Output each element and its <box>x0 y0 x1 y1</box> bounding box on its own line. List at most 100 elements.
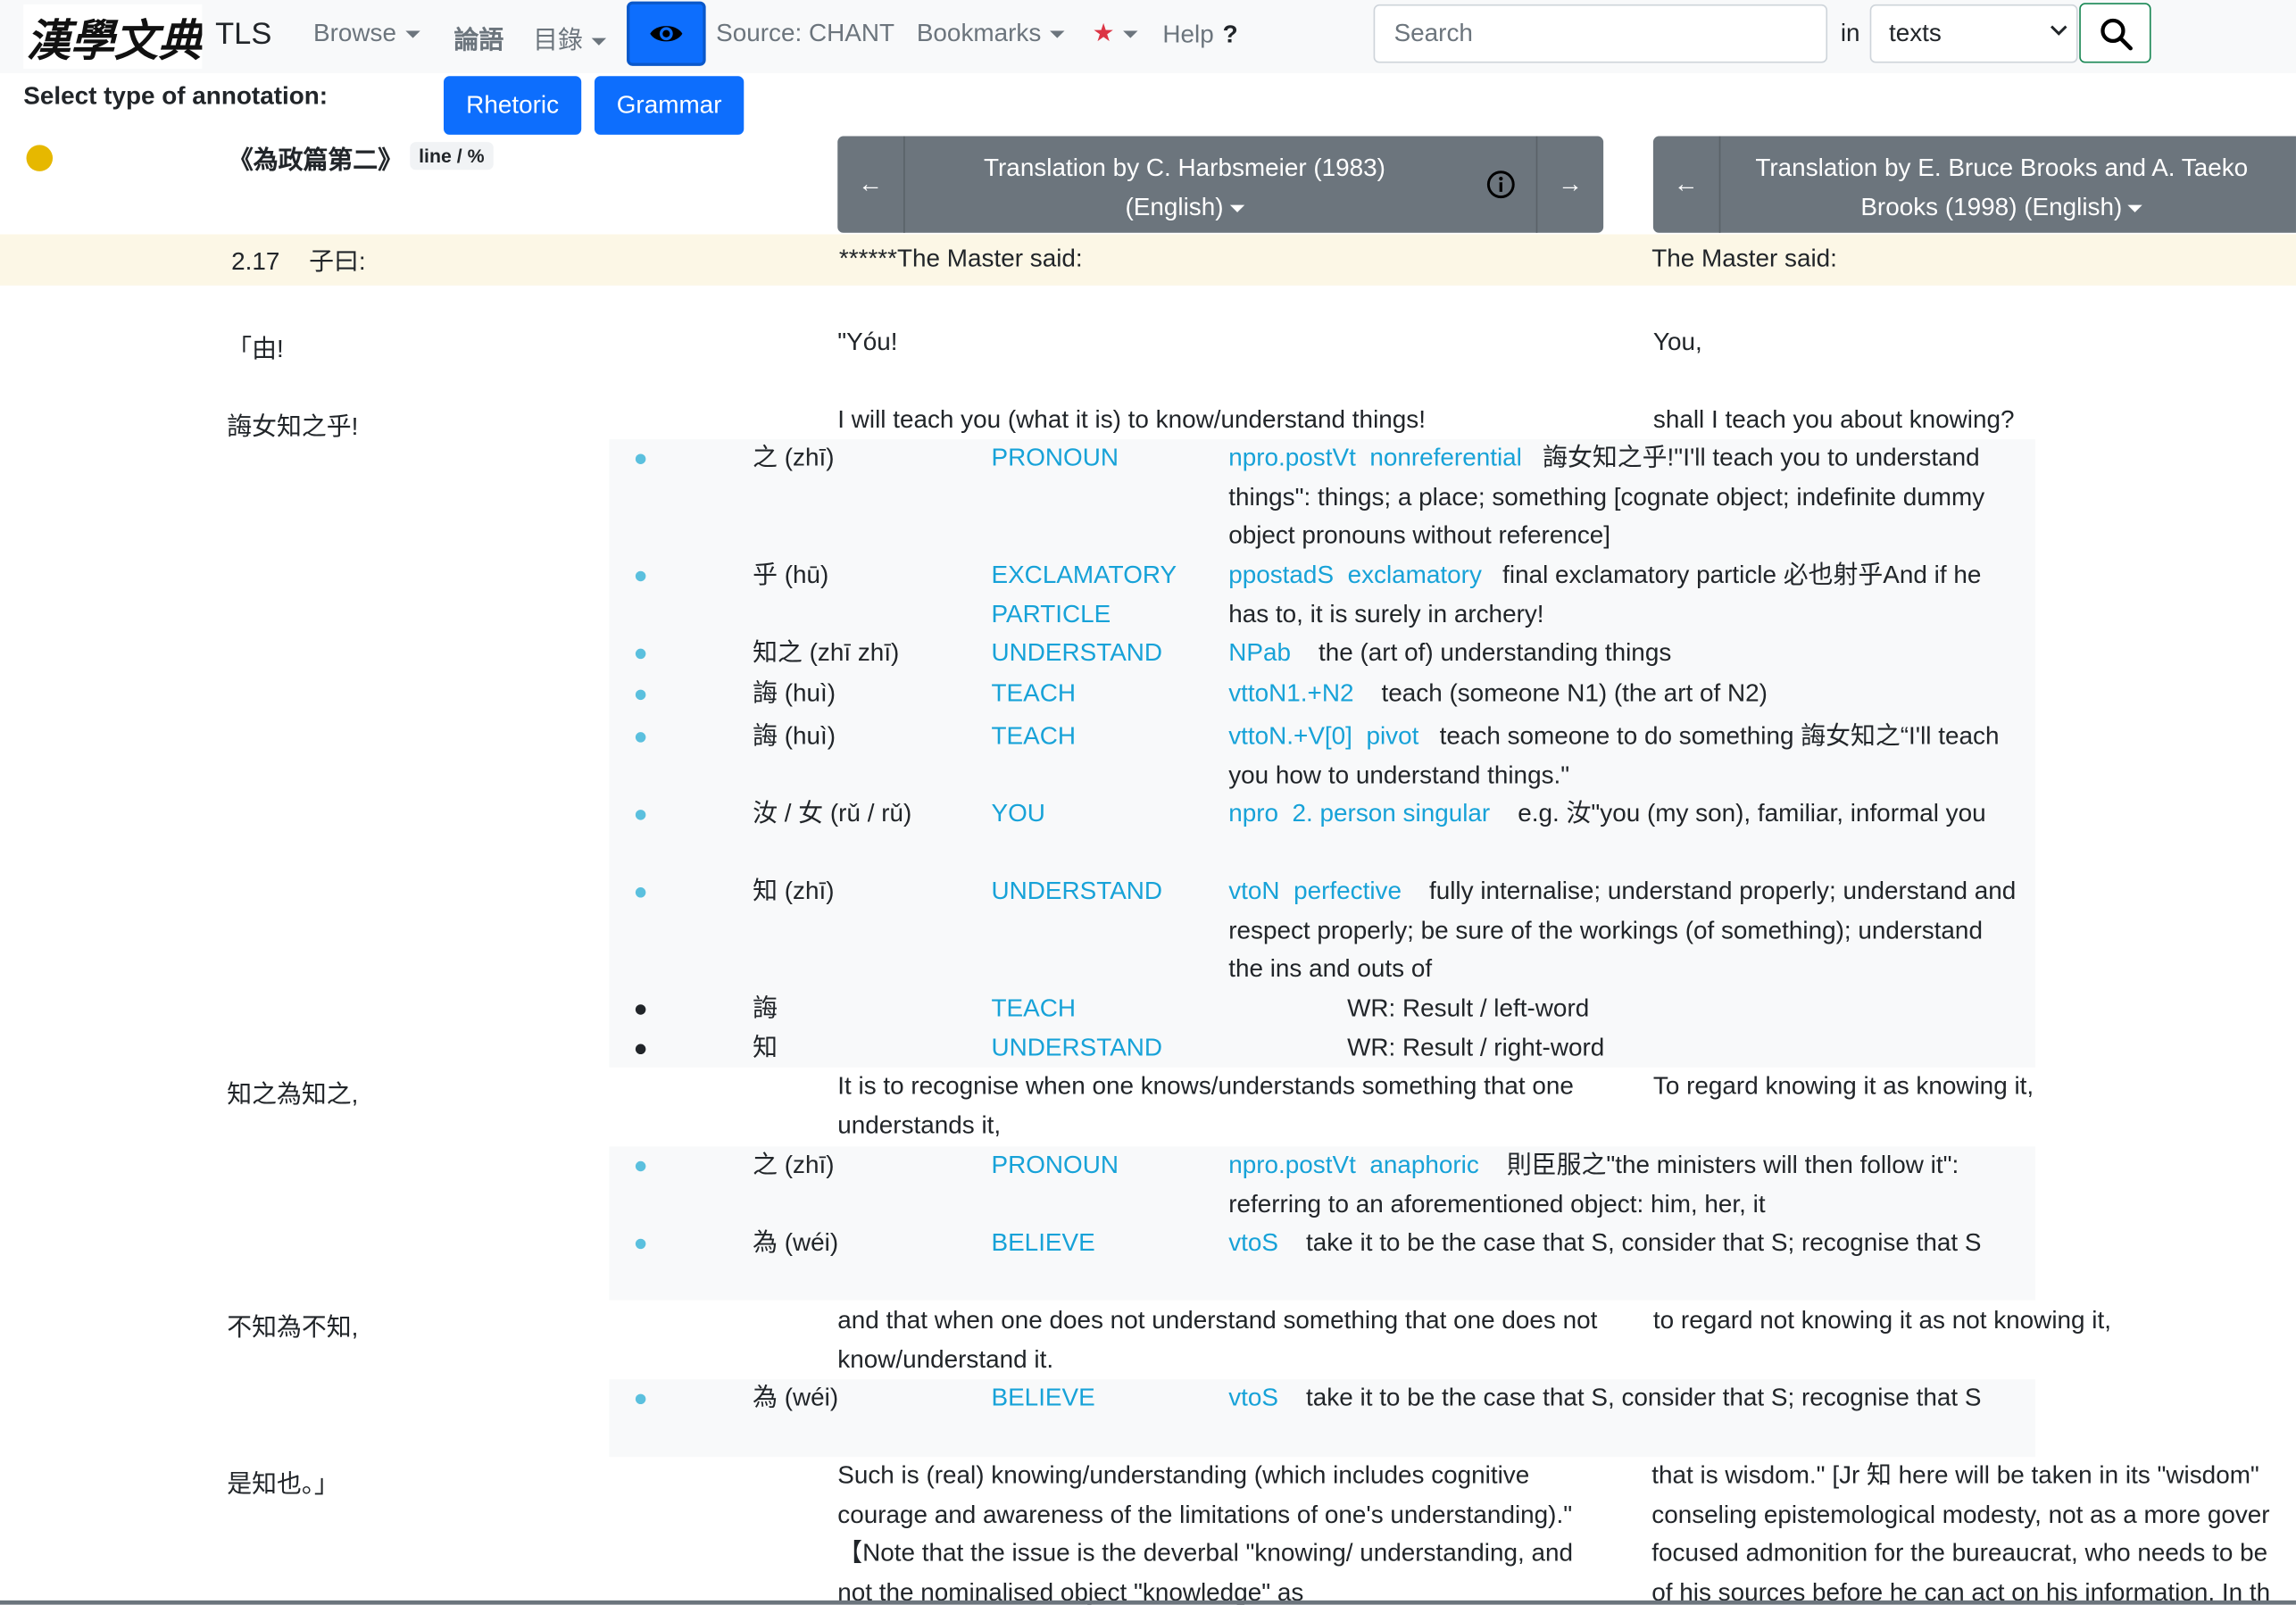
translation-2-line[interactable]: shall I teach you about knowing? <box>1653 401 2015 439</box>
status-dot[interactable] <box>26 145 54 171</box>
bookmarks-menu[interactable]: Bookmarks <box>917 19 1065 48</box>
search-icon <box>2100 18 2133 50</box>
prev-translation-2-button[interactable]: ← <box>1653 136 1721 233</box>
source-line[interactable]: 不知為不知, <box>227 1306 358 1343</box>
translation-1-dropdown[interactable]: Translation by C. Harbsmeier (1983) (Eng… <box>905 148 1465 228</box>
annotation-description: vtoS take it to be the case that S, cons… <box>1228 1379 2019 1418</box>
syntax-link[interactable]: vtoS <box>1228 1384 1278 1411</box>
concept-link[interactable]: BELIEVE <box>991 1224 1225 1262</box>
translation-1-line[interactable]: "Yóu! <box>837 324 897 362</box>
semantic-link[interactable]: 2. person singular <box>1293 800 1491 827</box>
translation-2-line[interactable]: You, <box>1653 324 1702 362</box>
text-title[interactable]: 《為政篇第二》 <box>229 139 403 176</box>
annotation-definition: e.g. 汝"you (my son), familiar, informal … <box>1518 799 1986 827</box>
annotation-definition: teach (someone N1) (the art of N2) <box>1381 679 1768 708</box>
syntax-link[interactable]: npro.postVt <box>1228 444 1356 471</box>
bullet-icon <box>635 648 646 660</box>
concept-link[interactable]: TEACH <box>991 990 1225 1028</box>
help-link[interactable]: Help? <box>1162 21 1237 50</box>
syntax-link[interactable]: npro <box>1228 800 1278 827</box>
source-line[interactable]: 知之為知之, <box>227 1073 358 1110</box>
chevron-down-icon <box>591 37 607 46</box>
translation-1-line[interactable]: It is to recognise when one knows/unders… <box>837 1068 1599 1145</box>
annotation-list: 為 (wéi) BELIEVE vtoS take it to be the c… <box>609 1379 2036 1458</box>
syntax-link[interactable]: vtoS <box>1228 1228 1278 1256</box>
annotation-word: 為 (wéi) <box>753 1228 839 1257</box>
concept-link[interactable]: EXCLAMATORY PARTICLE <box>991 556 1225 634</box>
translation-2-line[interactable]: to regard not knowing it as not knowing … <box>1653 1301 2111 1340</box>
prev-translation-button[interactable]: ← <box>837 136 905 233</box>
concept-link[interactable]: TEACH <box>991 675 1225 713</box>
source-line[interactable]: 誨女知之乎! <box>227 405 358 442</box>
lunyu-link[interactable]: 論語 <box>453 19 503 55</box>
concept-link[interactable]: PRONOUN <box>991 1146 1225 1185</box>
annotation-description: vttoN.+V[0] pivot teach someone to do so… <box>1228 718 2019 795</box>
line-number[interactable]: 2.17 <box>231 243 279 281</box>
semantic-link[interactable]: exclamatory <box>1348 561 1482 588</box>
bullet-icon <box>635 1160 646 1172</box>
brand-name[interactable]: TLS <box>215 18 271 53</box>
concept-link[interactable]: BELIEVE <box>991 1379 1225 1418</box>
annotation-description: vttoN1.+N2 teach (someone N1) (the art o… <box>1228 675 2019 713</box>
semantic-link[interactable]: perfective <box>1294 877 1402 905</box>
translation-1-line[interactable]: and that when one does not understand so… <box>837 1301 1599 1379</box>
source-line[interactable]: 是知也。」 <box>227 1463 338 1500</box>
browse-label: Browse <box>313 19 397 47</box>
source-line[interactable]: 「由! <box>227 328 284 364</box>
concept-link[interactable]: PRONOUN <box>991 439 1225 478</box>
logo[interactable]: 漢學文典 <box>23 4 203 70</box>
visibility-toggle-button[interactable] <box>627 1 706 66</box>
syntax-link[interactable]: NPab <box>1228 638 1291 666</box>
word-relation: WR: Result / right-word <box>1347 1034 1605 1062</box>
help-label: Help <box>1162 20 1214 49</box>
syntax-link[interactable]: ppostadS <box>1228 561 1334 588</box>
rhetoric-button[interactable]: Rhetoric <box>444 76 582 135</box>
horizontal-scrollbar[interactable] <box>0 1600 2296 1605</box>
favorites-menu[interactable]: ★ <box>1093 19 1138 48</box>
arrow-left-icon: ← <box>1673 170 1699 198</box>
annotation-definition: take it to be the case that S, consider … <box>1306 1384 1982 1412</box>
translation-2-line[interactable]: that is wisdom." [Jr 知 here will be take… <box>1651 1457 2296 1605</box>
search-input[interactable] <box>1373 4 1828 63</box>
chevron-down-icon <box>2051 25 2067 36</box>
translation-2-dropdown[interactable]: Translation by E. Bruce Brooks and A. Ta… <box>1720 148 2283 228</box>
browse-menu[interactable]: Browse <box>313 19 420 48</box>
toc-menu[interactable]: 目錄 <box>533 19 607 55</box>
bullet-icon <box>635 570 646 582</box>
concept-link[interactable]: UNDERSTAND <box>991 1029 1225 1068</box>
semantic-link[interactable]: anaphoric <box>1369 1151 1478 1178</box>
navbar: 漢學文典 TLS Browse 論語 目錄 Source: CHANT Book… <box>0 0 2296 74</box>
annotation-definition: the (art of) understanding things <box>1318 638 1672 667</box>
syntax-link[interactable]: vtoN <box>1228 877 1279 905</box>
translation-1-language: (English) <box>1125 193 1224 221</box>
translation-2-line[interactable]: The Master said: <box>1651 240 1837 279</box>
translation-1-line[interactable]: Such is (real) knowing/understanding (wh… <box>837 1457 1599 1605</box>
bullet-icon <box>635 689 646 701</box>
line-percent-badge: line / % <box>410 142 494 170</box>
chevron-down-icon <box>404 30 420 38</box>
translation-1-line[interactable]: ******The Master said: <box>839 240 1083 279</box>
next-translation-button[interactable]: → <box>1535 136 1603 233</box>
grammar-button[interactable]: Grammar <box>594 76 745 135</box>
source-link[interactable]: Source: CHANT <box>716 19 894 48</box>
translation-2-line[interactable]: To regard knowing it as knowing it, <box>1653 1068 2034 1106</box>
concept-link[interactable]: YOU <box>991 795 1225 834</box>
translation-1-line[interactable]: I will teach you (what it is) to know/un… <box>837 401 1426 439</box>
chevron-down-icon <box>2127 204 2143 212</box>
semantic-link[interactable]: pivot <box>1366 722 1418 750</box>
info-icon[interactable] <box>1486 170 1516 199</box>
concept-link[interactable]: UNDERSTAND <box>991 634 1225 672</box>
bullet-icon <box>635 1004 646 1015</box>
source-line[interactable]: 子曰: <box>309 243 366 281</box>
syntax-link[interactable]: vttoN1.+N2 <box>1228 679 1353 707</box>
search-scope-select[interactable]: texts <box>1869 4 2078 63</box>
annotation-definition: final exclamatory particle 必也射乎And if he… <box>1228 561 1982 628</box>
page: 漢學文典 TLS Browse 論語 目錄 Source: CHANT Book… <box>0 0 2296 1605</box>
syntax-link[interactable]: vttoN.+V[0] <box>1228 722 1352 750</box>
concept-link[interactable]: UNDERSTAND <box>991 873 1225 911</box>
annotation-description: ppostadS exclamatory final exclamatory p… <box>1228 556 2019 634</box>
syntax-link[interactable]: npro.postVt <box>1228 1151 1356 1178</box>
search-button[interactable] <box>2079 3 2151 63</box>
concept-link[interactable]: TEACH <box>991 718 1225 756</box>
semantic-link[interactable]: nonreferential <box>1369 444 1522 471</box>
